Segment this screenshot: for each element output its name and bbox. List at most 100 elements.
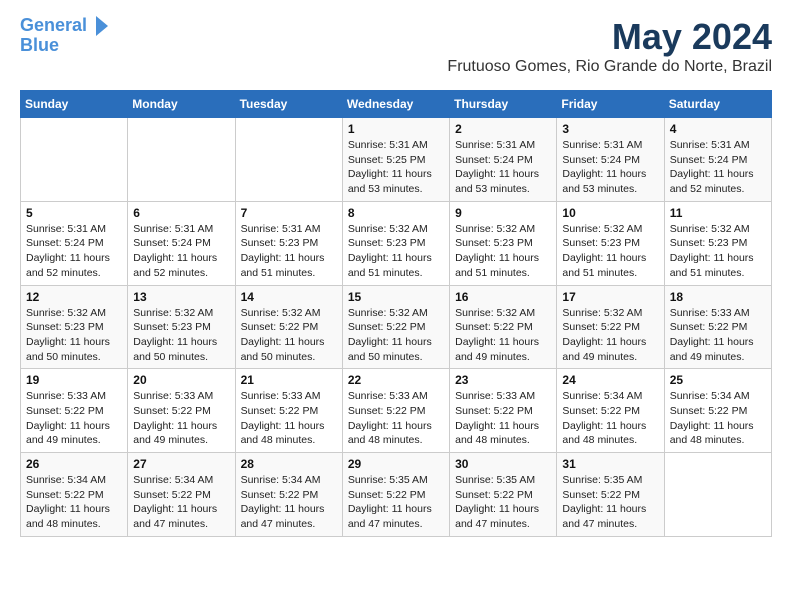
day-info: Sunrise: 5:33 AM Sunset: 5:22 PM Dayligh…	[455, 389, 551, 448]
day-number: 28	[241, 457, 337, 471]
calendar-cell: 9 Sunrise: 5:32 AM Sunset: 5:23 PM Daylig…	[450, 201, 557, 285]
day-info: Sunrise: 5:32 AM Sunset: 5:22 PM Dayligh…	[562, 306, 658, 365]
day-number: 21	[241, 373, 337, 387]
day-number: 1	[348, 122, 444, 136]
calendar-cell: 5Sunrise: 5:31 AM Sunset: 5:24 PM Daylig…	[21, 201, 128, 285]
day-number: 26	[26, 457, 122, 471]
calendar-cell: 3Sunrise: 5:31 AM Sunset: 5:24 PM Daylig…	[557, 118, 664, 202]
day-number: 12	[26, 290, 122, 304]
calendar-cell: 23 Sunrise: 5:33 AM Sunset: 5:22 PM Dayli…	[450, 369, 557, 453]
weekday-header: Thursday	[450, 91, 557, 118]
day-info: Sunrise: 5:32 AM Sunset: 5:23 PM Dayligh…	[348, 222, 444, 281]
day-info: Sunrise: 5:33 AM Sunset: 5:22 PM Dayligh…	[133, 389, 229, 448]
day-number: 15	[348, 290, 444, 304]
day-info: Sunrise: 5:31 AM Sunset: 5:24 PM Dayligh…	[670, 138, 766, 197]
calendar-cell: 22 Sunrise: 5:33 AM Sunset: 5:22 PM Dayli…	[342, 369, 449, 453]
calendar-cell	[235, 118, 342, 202]
calendar-cell: 13Sunrise: 5:32 AM Sunset: 5:23 PM Dayli…	[128, 285, 235, 369]
day-info: Sunrise: 5:32 AM Sunset: 5:22 PM Dayligh…	[455, 306, 551, 365]
calendar-cell: 2 Sunrise: 5:31 AM Sunset: 5:24 PM Daylig…	[450, 118, 557, 202]
calendar-cell	[128, 118, 235, 202]
calendar-cell: 20 Sunrise: 5:33 AM Sunset: 5:22 PM Dayli…	[128, 369, 235, 453]
calendar-cell: 17 Sunrise: 5:32 AM Sunset: 5:22 PM Dayli…	[557, 285, 664, 369]
calendar-cell: 8 Sunrise: 5:32 AM Sunset: 5:23 PM Daylig…	[342, 201, 449, 285]
day-number: 14	[241, 290, 337, 304]
calendar-cell: 28 Sunrise: 5:34 AM Sunset: 5:22 PM Dayli…	[235, 453, 342, 537]
day-info: Sunrise: 5:34 AM Sunset: 5:22 PM Dayligh…	[670, 389, 766, 448]
day-number: 17	[562, 290, 658, 304]
calendar-cell: 10 Sunrise: 5:32 AM Sunset: 5:23 PM Dayli…	[557, 201, 664, 285]
day-info: Sunrise: 5:31 AM Sunset: 5:24 PM Dayligh…	[133, 222, 229, 281]
calendar-cell: 6Sunrise: 5:31 AM Sunset: 5:24 PM Daylig…	[128, 201, 235, 285]
calendar-cell: 31Sunrise: 5:35 AM Sunset: 5:22 PM Dayli…	[557, 453, 664, 537]
calendar-week-row: 12 Sunrise: 5:32 AM Sunset: 5:23 PM Dayli…	[21, 285, 772, 369]
logo-icon	[94, 16, 110, 36]
weekday-header: Saturday	[664, 91, 771, 118]
logo: General Blue	[20, 16, 110, 56]
location-title: Frutuoso Gomes, Rio Grande do Norte, Bra…	[447, 58, 772, 76]
day-info: Sunrise: 5:32 AM Sunset: 5:22 PM Dayligh…	[348, 306, 444, 365]
calendar-week-row: 19Sunrise: 5:33 AM Sunset: 5:22 PM Dayli…	[21, 369, 772, 453]
day-number: 23	[455, 373, 551, 387]
day-info: Sunrise: 5:33 AM Sunset: 5:22 PM Dayligh…	[241, 389, 337, 448]
day-info: Sunrise: 5:35 AM Sunset: 5:22 PM Dayligh…	[455, 473, 551, 532]
day-number: 8	[348, 206, 444, 220]
day-number: 22	[348, 373, 444, 387]
calendar-cell	[21, 118, 128, 202]
calendar-table: SundayMondayTuesdayWednesdayThursdayFrid…	[20, 90, 772, 537]
day-info: Sunrise: 5:31 AM Sunset: 5:24 PM Dayligh…	[455, 138, 551, 197]
day-info: Sunrise: 5:34 AM Sunset: 5:22 PM Dayligh…	[241, 473, 337, 532]
day-number: 9	[455, 206, 551, 220]
calendar-week-row: 5 Sunrise: 5:31 AM Sunset: 5:24 PM Daylig…	[21, 201, 772, 285]
day-info: Sunrise: 5:31 AM Sunset: 5:24 PM Dayligh…	[562, 138, 658, 197]
day-info: Sunrise: 5:32 AM Sunset: 5:23 PM Dayligh…	[133, 306, 229, 365]
day-info: Sunrise: 5:31 AM Sunset: 5:25 PM Dayligh…	[348, 138, 444, 197]
day-number: 10	[562, 206, 658, 220]
calendar-cell: 25 Sunrise: 5:34 AM Sunset: 5:22 PM Dayli…	[664, 369, 771, 453]
weekday-header: Sunday	[21, 91, 128, 118]
calendar-cell: 27Sunrise: 5:34 AM Sunset: 5:22 PM Dayli…	[128, 453, 235, 537]
day-number: 29	[348, 457, 444, 471]
logo-line2: Blue	[20, 36, 110, 56]
day-info: Sunrise: 5:32 AM Sunset: 5:23 PM Dayligh…	[562, 222, 658, 281]
day-info: Sunrise: 5:35 AM Sunset: 5:22 PM Dayligh…	[562, 473, 658, 532]
day-info: Sunrise: 5:32 AM Sunset: 5:23 PM Dayligh…	[455, 222, 551, 281]
calendar-cell: 12 Sunrise: 5:32 AM Sunset: 5:23 PM Dayli…	[21, 285, 128, 369]
day-number: 7	[241, 206, 337, 220]
calendar-cell: 19Sunrise: 5:33 AM Sunset: 5:22 PM Dayli…	[21, 369, 128, 453]
calendar-cell: 16 Sunrise: 5:32 AM Sunset: 5:22 PM Dayli…	[450, 285, 557, 369]
day-info: Sunrise: 5:33 AM Sunset: 5:22 PM Dayligh…	[670, 306, 766, 365]
day-info: Sunrise: 5:34 AM Sunset: 5:22 PM Dayligh…	[562, 389, 658, 448]
calendar-cell	[664, 453, 771, 537]
day-number: 5	[26, 206, 122, 220]
calendar-cell: 11Sunrise: 5:32 AM Sunset: 5:23 PM Dayli…	[664, 201, 771, 285]
day-info: Sunrise: 5:32 AM Sunset: 5:23 PM Dayligh…	[670, 222, 766, 281]
day-number: 2	[455, 122, 551, 136]
calendar-cell: 7 Sunrise: 5:31 AM Sunset: 5:23 PM Daylig…	[235, 201, 342, 285]
calendar-week-row: 1 Sunrise: 5:31 AM Sunset: 5:25 PM Daylig…	[21, 118, 772, 202]
weekday-header-row: SundayMondayTuesdayWednesdayThursdayFrid…	[21, 91, 772, 118]
day-info: Sunrise: 5:35 AM Sunset: 5:22 PM Dayligh…	[348, 473, 444, 532]
day-number: 20	[133, 373, 229, 387]
calendar-cell: 1 Sunrise: 5:31 AM Sunset: 5:25 PM Daylig…	[342, 118, 449, 202]
day-info: Sunrise: 5:33 AM Sunset: 5:22 PM Dayligh…	[348, 389, 444, 448]
day-number: 25	[670, 373, 766, 387]
day-info: Sunrise: 5:32 AM Sunset: 5:23 PM Dayligh…	[26, 306, 122, 365]
day-number: 27	[133, 457, 229, 471]
calendar-cell: 29 Sunrise: 5:35 AM Sunset: 5:22 PM Dayli…	[342, 453, 449, 537]
day-info: Sunrise: 5:33 AM Sunset: 5:22 PM Dayligh…	[26, 389, 122, 448]
title-section: May 2024 Frutuoso Gomes, Rio Grande do N…	[447, 16, 772, 84]
weekday-header: Tuesday	[235, 91, 342, 118]
calendar-week-row: 26 Sunrise: 5:34 AM Sunset: 5:22 PM Dayli…	[21, 453, 772, 537]
calendar-cell: 4Sunrise: 5:31 AM Sunset: 5:24 PM Daylig…	[664, 118, 771, 202]
logo-text: General	[20, 16, 110, 36]
day-info: Sunrise: 5:31 AM Sunset: 5:23 PM Dayligh…	[241, 222, 337, 281]
day-info: Sunrise: 5:32 AM Sunset: 5:22 PM Dayligh…	[241, 306, 337, 365]
day-info: Sunrise: 5:34 AM Sunset: 5:22 PM Dayligh…	[26, 473, 122, 532]
calendar-cell: 21 Sunrise: 5:33 AM Sunset: 5:22 PM Dayli…	[235, 369, 342, 453]
calendar-cell: 24Sunrise: 5:34 AM Sunset: 5:22 PM Dayli…	[557, 369, 664, 453]
calendar-cell: 26 Sunrise: 5:34 AM Sunset: 5:22 PM Dayli…	[21, 453, 128, 537]
weekday-header: Monday	[128, 91, 235, 118]
day-number: 16	[455, 290, 551, 304]
weekday-header: Wednesday	[342, 91, 449, 118]
